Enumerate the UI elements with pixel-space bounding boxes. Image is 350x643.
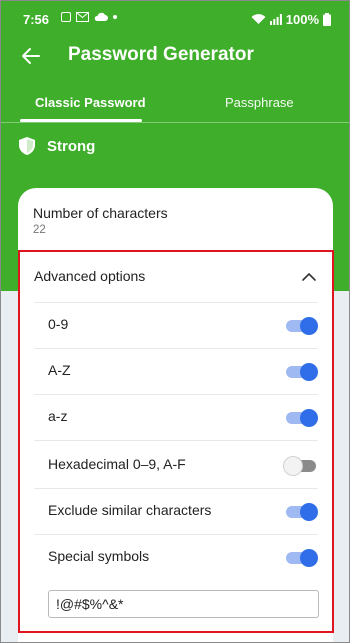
dot-icon: [113, 15, 117, 19]
option-label: a-z: [48, 408, 68, 424]
battery-icon: [323, 13, 331, 26]
option-row-special-symbols[interactable]: Special symbols: [20, 534, 332, 580]
number-of-characters-value: 22: [33, 224, 46, 236]
option-row-exclude-similar[interactable]: Exclude similar characters: [20, 488, 332, 534]
tab-divider: [1, 122, 349, 123]
settings-card: Number of characters 22 Advanced options…: [18, 188, 334, 642]
status-time: 7:56: [23, 12, 50, 27]
arrow-left-icon[interactable]: [19, 44, 43, 68]
mail-icon: [76, 12, 89, 22]
app-frame: 7:56 100% Password Generator Classic Pas…: [0, 0, 350, 643]
lowercase-toggle[interactable]: [286, 408, 318, 427]
option-label: Special symbols: [48, 548, 150, 564]
app-bar: Password Generator: [1, 35, 349, 77]
advanced-options-header[interactable]: Advanced options: [20, 252, 332, 302]
special-symbols-input[interactable]: !@#$%^&*: [48, 590, 319, 618]
chevron-up-icon[interactable]: [300, 268, 318, 286]
exclude-similar-toggle[interactable]: [286, 502, 318, 521]
wifi-icon: [251, 14, 266, 24]
shield-icon: [19, 137, 35, 155]
option-row-digits[interactable]: 0-9: [20, 302, 332, 348]
advanced-options-title: Advanced options: [34, 268, 146, 284]
image-icon: [61, 12, 71, 22]
strength-indicator: Strong: [19, 137, 95, 155]
divider: [34, 440, 318, 441]
tab-classic-password[interactable]: Classic Password: [35, 95, 146, 110]
number-of-characters-label: Number of characters: [33, 205, 168, 221]
status-bar: 7:56 100%: [1, 1, 349, 35]
option-row-lowercase[interactable]: a-z: [20, 394, 332, 440]
option-label: A-Z: [48, 362, 71, 378]
uppercase-toggle[interactable]: [286, 362, 318, 381]
advanced-options-section: Advanced options 0-9 A-Z a-z Hexadecimal…: [18, 250, 334, 633]
hexadecimal-toggle[interactable]: [284, 456, 318, 475]
special-symbols-toggle[interactable]: [286, 548, 318, 567]
option-row-uppercase[interactable]: A-Z: [20, 348, 332, 394]
option-label: Hexadecimal 0–9, A-F: [48, 456, 186, 472]
tab-bar: Classic Password Passphrase: [1, 89, 349, 123]
strength-label: Strong: [47, 137, 96, 155]
option-row-hexadecimal[interactable]: Hexadecimal 0–9, A-F: [20, 442, 332, 488]
option-label: Exclude similar characters: [48, 502, 212, 518]
battery-percent: 100%: [285, 12, 319, 27]
digits-toggle[interactable]: [286, 316, 318, 335]
option-label: 0-9: [48, 316, 69, 332]
cloud-icon: [94, 12, 108, 21]
signal-icon: [269, 14, 282, 25]
page-title: Password Generator: [68, 44, 254, 65]
tab-passphrase[interactable]: Passphrase: [225, 95, 294, 110]
